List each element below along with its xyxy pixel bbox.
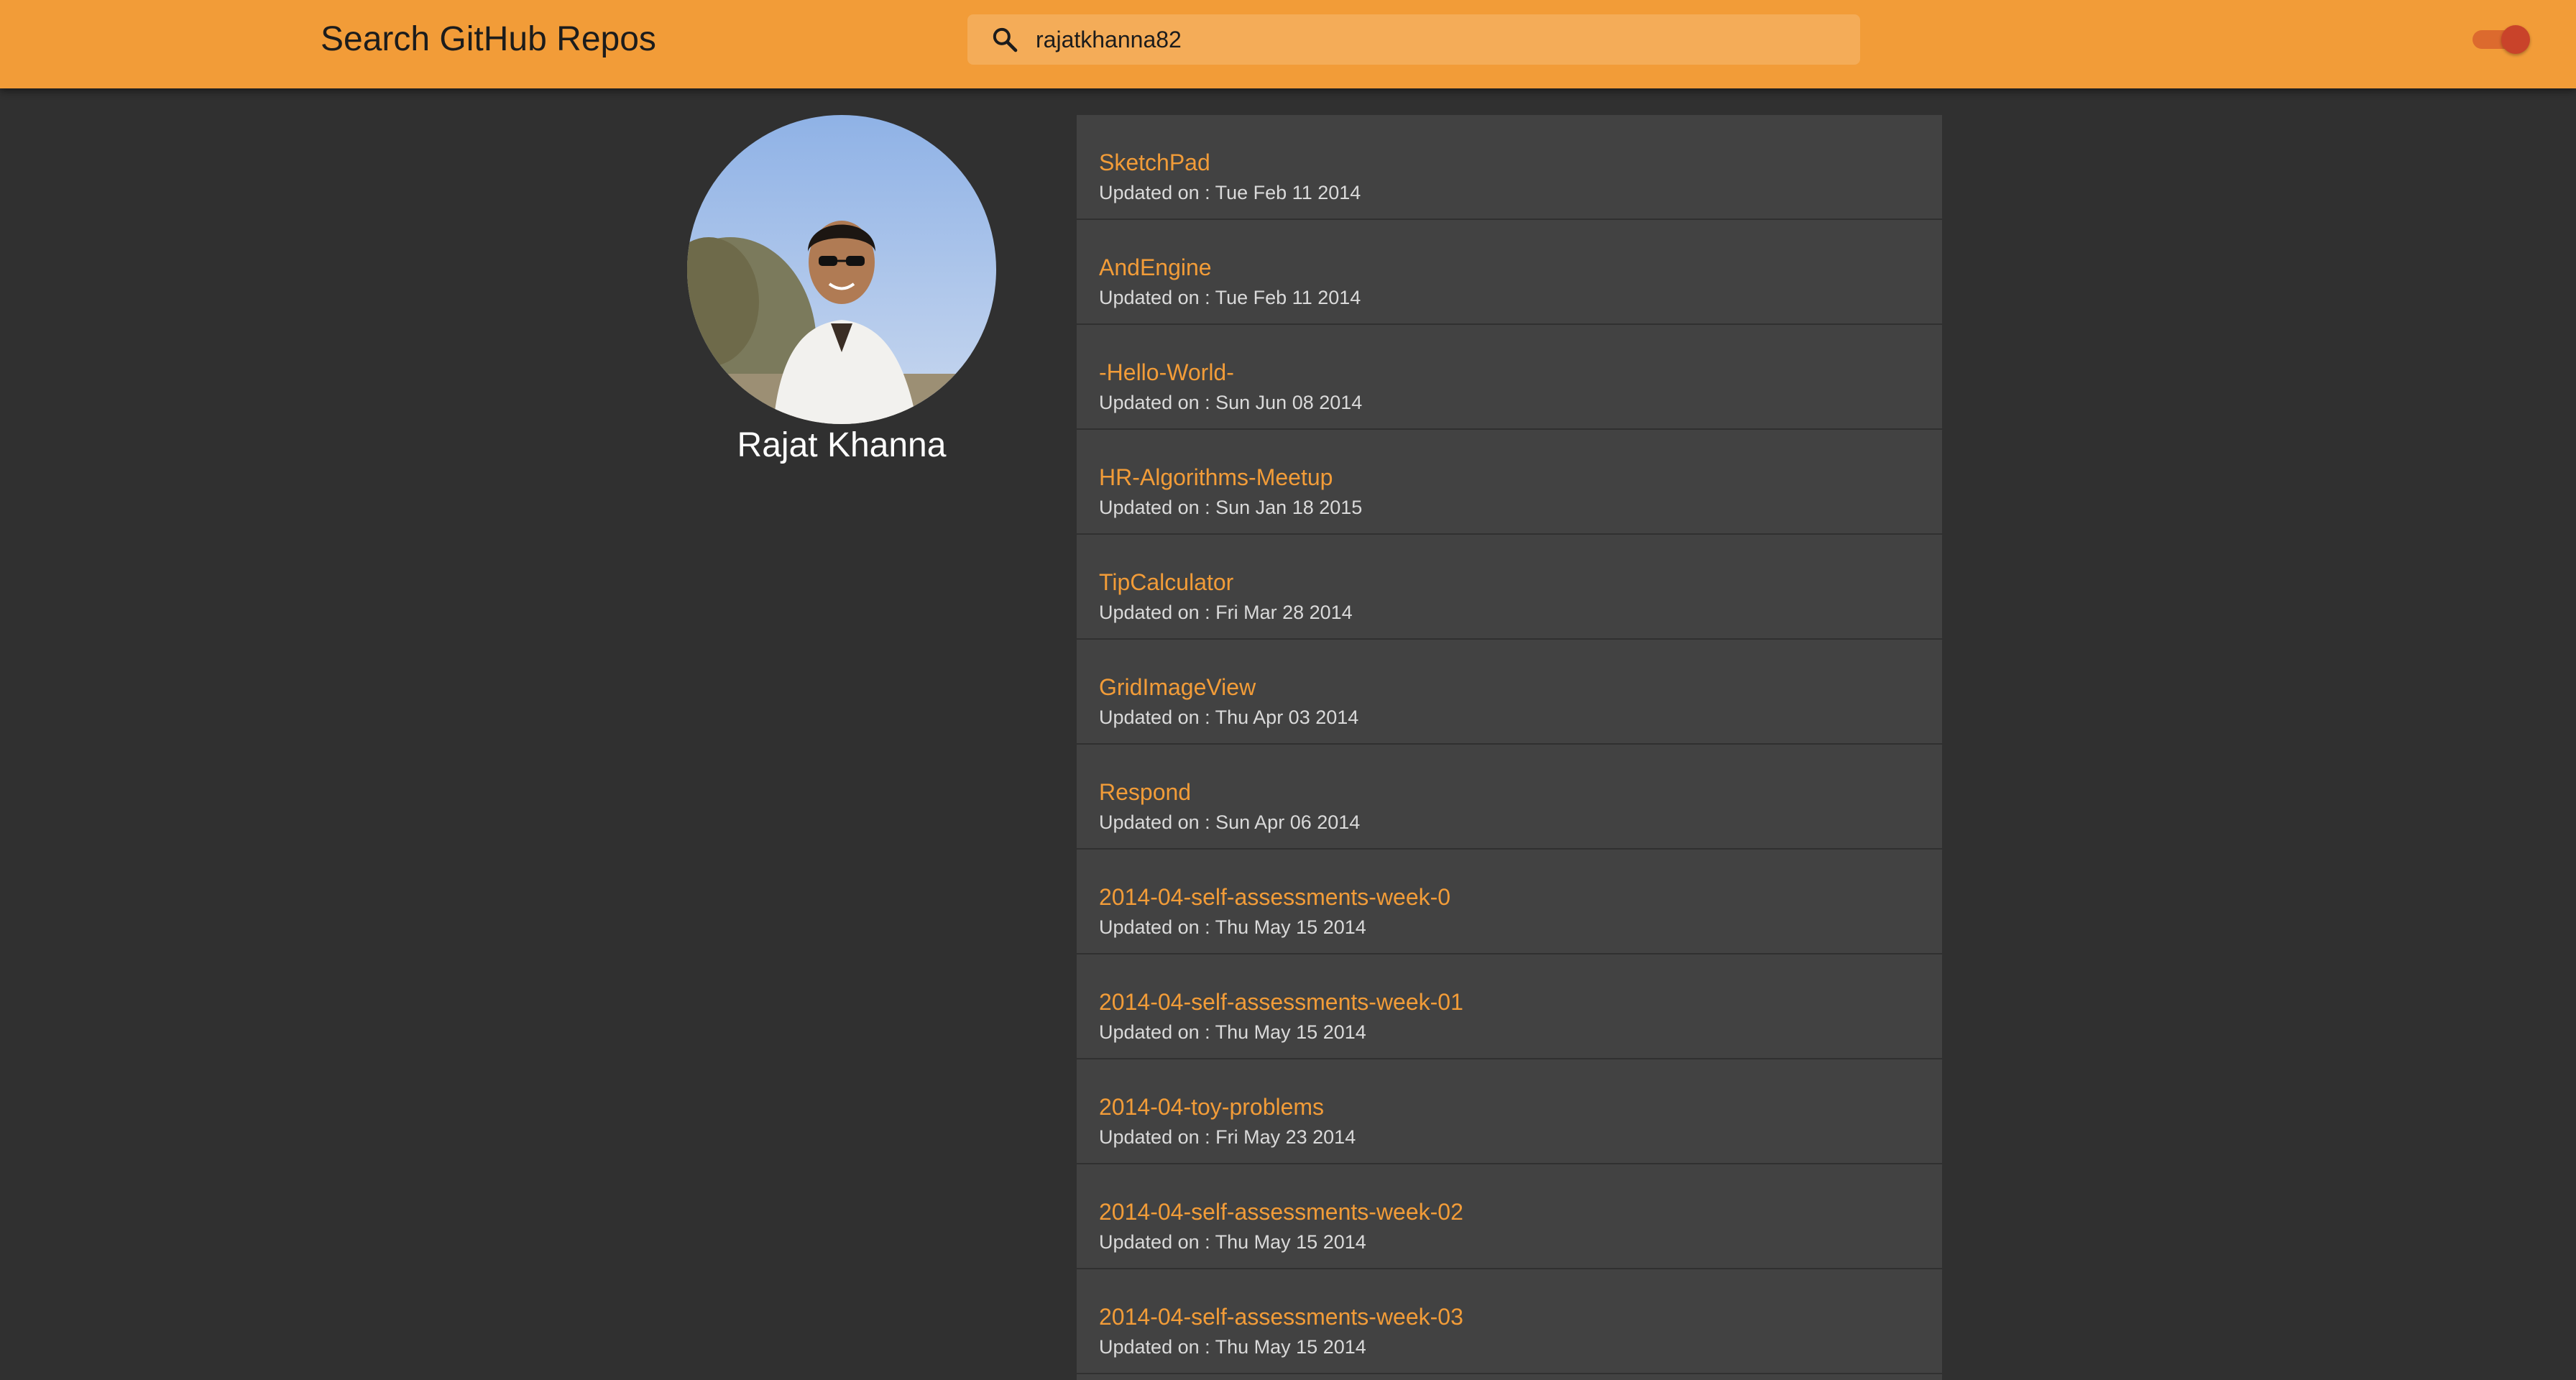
repo-updated: Updated on : Sun Jun 08 2014 xyxy=(1099,392,1363,413)
repo-name[interactable]: GridImageView xyxy=(1099,640,1942,702)
search-input[interactable] xyxy=(1036,14,1841,65)
profile-name: Rajat Khanna xyxy=(737,426,947,464)
repo-updated: Updated on : Fri May 23 2014 xyxy=(1099,1126,1356,1148)
repo-item[interactable]: 2014-04-toy-problems Updated on : Fri Ma… xyxy=(1077,1059,1942,1164)
repo-updated: Updated on : Tue Feb 11 2014 xyxy=(1099,182,1361,203)
search-icon xyxy=(993,27,1018,52)
repo-name[interactable]: TipCalculator xyxy=(1099,535,1942,597)
repo-item[interactable]: TipCalculator Updated on : Fri Mar 28 20… xyxy=(1077,535,1942,640)
repo-name[interactable]: -Hello-World- xyxy=(1099,325,1942,387)
repo-name[interactable]: Respond xyxy=(1099,745,1942,806)
repo-name[interactable]: 2014-04-self-assessments-week-02 xyxy=(1099,1164,1942,1226)
repo-updated: Updated on : Thu Apr 03 2014 xyxy=(1099,707,1359,728)
app-bar: Search GitHub Repos xyxy=(0,0,2576,88)
repo-item[interactable]: Respond Updated on : Sun Apr 06 2014 xyxy=(1077,745,1942,850)
repo-name[interactable]: 2014-04-self-assessments-week-03 xyxy=(1099,1269,1942,1331)
theme-toggle[interactable] xyxy=(2472,25,2530,54)
repo-item[interactable]: GridImageView Updated on : Thu Apr 03 20… xyxy=(1077,640,1942,745)
repo-updated: Updated on : Tue Feb 11 2014 xyxy=(1099,287,1361,308)
repo-updated: Updated on : Thu May 15 2014 xyxy=(1099,916,1366,938)
repo-item[interactable]: HR-Algorithms-Meetup Updated on : Sun Ja… xyxy=(1077,430,1942,535)
repo-item[interactable]: 2014-04-self-assessments-week-0 Updated … xyxy=(1077,850,1942,954)
repo-updated: Updated on : Thu May 15 2014 xyxy=(1099,1231,1366,1253)
repo-name[interactable]: HR-Algorithms-Meetup xyxy=(1099,430,1942,492)
repo-item[interactable]: 2014-04-self-assessments-week-01 Updated… xyxy=(1077,954,1942,1059)
repo-updated: Updated on : Thu May 15 2014 xyxy=(1099,1021,1366,1043)
repo-item[interactable]: 2014-04-self-assessments-week-02 Updated… xyxy=(1077,1164,1942,1269)
repo-item[interactable]: 2014-04-self-assessments-week-03 Updated… xyxy=(1077,1269,1942,1374)
toggle-thumb xyxy=(2501,25,2530,54)
repo-item[interactable]: SketchPad Updated on : Tue Feb 11 2014 xyxy=(1077,115,1942,220)
repo-name[interactable]: AndEngine xyxy=(1099,220,1942,282)
repo-item[interactable]: AndEngine Updated on : Tue Feb 11 2014 xyxy=(1077,220,1942,325)
repo-item[interactable]: -Hello-World- Updated on : Sun Jun 08 20… xyxy=(1077,325,1942,430)
repo-name[interactable]: SketchPad xyxy=(1099,115,1942,177)
repo-updated: Updated on : Sun Jan 18 2015 xyxy=(1099,497,1363,518)
repo-name[interactable]: 2014-04-self-assessments-week-01 xyxy=(1099,954,1942,1016)
repo-name[interactable]: 2014-04-toy-problems xyxy=(1099,1059,1942,1121)
repo-name[interactable]: 2014-04-self-assessments-week-0 xyxy=(1099,850,1942,911)
repo-updated: Updated on : Thu May 15 2014 xyxy=(1099,1336,1366,1358)
repo-updated: Updated on : Sun Apr 06 2014 xyxy=(1099,811,1361,833)
repo-list: SketchPad Updated on : Tue Feb 11 2014 A… xyxy=(1077,115,1942,1380)
avatar xyxy=(687,115,996,424)
repo-updated: Updated on : Fri Mar 28 2014 xyxy=(1099,602,1353,623)
app-title: Search GitHub Repos xyxy=(321,20,656,58)
search-box[interactable] xyxy=(967,14,1860,65)
